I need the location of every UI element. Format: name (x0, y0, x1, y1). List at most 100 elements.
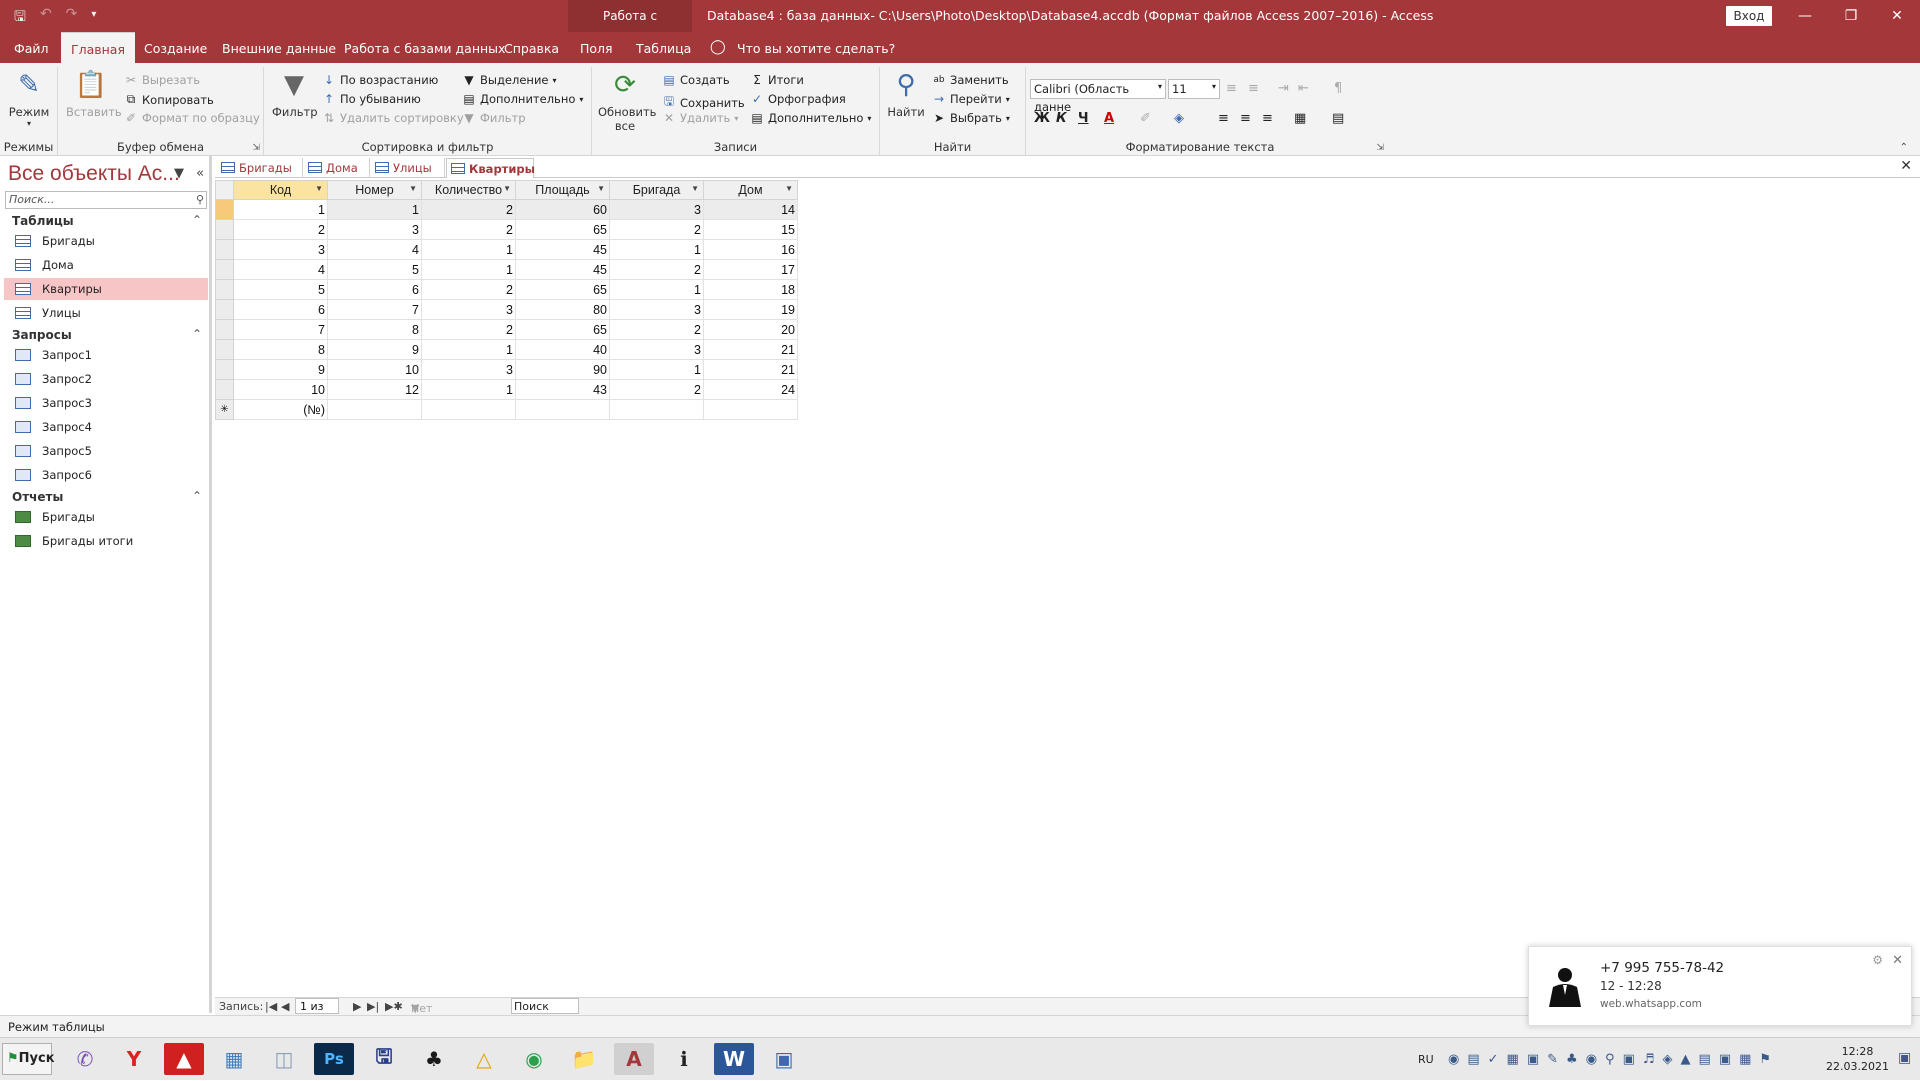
row-selector[interactable] (215, 379, 234, 400)
info-app-icon[interactable]: ℹ (664, 1043, 704, 1075)
table-row[interactable]: 5 6 2 65 1 18 (215, 279, 798, 300)
table-cell[interactable]: 3 (609, 339, 704, 360)
record-position-input[interactable]: 1 из 10 (295, 998, 339, 1028)
doc-tab-brigady[interactable]: Бригады (217, 158, 303, 178)
select-button[interactable]: ➤ Выбрать ▾ (932, 111, 1010, 125)
format-painter-button[interactable]: ✐ Формат по образцу (124, 111, 260, 125)
table-cell[interactable]: 1 (609, 359, 704, 380)
table-row[interactable]: 8 9 1 40 3 21 (215, 339, 798, 360)
tab-fields[interactable]: Поля (570, 32, 623, 63)
undo-icon[interactable]: ↶ (40, 6, 52, 30)
column-header-ploshchad[interactable]: Площадь ▼ (515, 180, 610, 200)
view-mode-button[interactable]: ✎ Режим ▾ (6, 69, 52, 128)
row-selector[interactable] (215, 199, 234, 220)
tray-app-icon[interactable]: ✎ (1547, 1052, 1558, 1067)
tray-app-icon[interactable]: ◉ (1448, 1052, 1459, 1067)
tell-me-search[interactable]: Что вы хотите сделать? (737, 32, 895, 65)
bold-button[interactable]: Ж (1034, 111, 1050, 126)
column-menu-icon[interactable]: ▼ (597, 184, 605, 193)
column-menu-icon[interactable]: ▼ (409, 184, 417, 193)
collapse-section-icon[interactable]: ⌃ (192, 213, 202, 227)
table-cell[interactable]: 65 (515, 279, 610, 300)
fill-color-icon[interactable]: ◈ (1174, 111, 1184, 126)
bullets-icon[interactable]: ≡ (1226, 81, 1237, 96)
tool-app-icon[interactable]: ▣ (764, 1043, 804, 1075)
floppy-icon[interactable]: 🖫 (364, 1043, 404, 1075)
notifications-icon[interactable]: ▣ (1898, 1050, 1911, 1066)
row-selector[interactable] (215, 279, 234, 300)
spelling-button[interactable]: ✓ Орфография (750, 92, 846, 106)
table-cell[interactable]: 24 (703, 379, 798, 400)
table-cell[interactable]: 1 (421, 339, 516, 360)
table-cell[interactable]: 16 (703, 239, 798, 260)
gear-icon[interactable]: ⚙ (1872, 953, 1883, 967)
tab-home[interactable]: Главная (61, 32, 135, 63)
table-cell[interactable]: 21 (703, 359, 798, 380)
start-button[interactable]: ⚑Пуск (2, 1043, 55, 1075)
nav-item-report-brigady-itogi[interactable]: Бригады итоги (4, 530, 208, 552)
table-row[interactable]: 3 4 1 45 1 16 (215, 239, 798, 260)
next-record-icon[interactable]: ▶ (353, 1000, 361, 1013)
tray-app-icon[interactable]: ◈ (1663, 1052, 1673, 1067)
table-cell[interactable]: 14 (703, 199, 798, 220)
dialog-launcher-icon[interactable]: ⇲ (252, 143, 260, 153)
table-cell[interactable]: 2 (609, 219, 704, 240)
table-cell[interactable]: 2 (421, 199, 516, 220)
tab-table[interactable]: Таблица (626, 32, 701, 63)
paragraph-icon[interactable]: ¶ (1334, 81, 1342, 96)
table-cell[interactable]: 45 (515, 259, 610, 280)
tray-app-icon[interactable]: ▣ (1527, 1052, 1539, 1067)
column-menu-icon[interactable]: ▼ (315, 184, 323, 193)
table-cell[interactable]: 1 (327, 199, 422, 220)
replace-button[interactable]: ab Заменить (932, 73, 1008, 87)
selection-button[interactable]: ▼ Выделение ▾ (462, 73, 556, 87)
photoshop-icon[interactable]: Ps (314, 1043, 354, 1075)
indent-icon[interactable]: ⇥ (1278, 81, 1289, 96)
avast-icon[interactable]: △ (464, 1043, 504, 1075)
table-cell[interactable]: 2 (609, 379, 704, 400)
signin-button[interactable]: Вход (1726, 6, 1772, 26)
explorer-icon[interactable]: 📁 (564, 1043, 604, 1075)
find-button[interactable]: ⚲ Найти (886, 69, 926, 119)
last-record-icon[interactable]: ▶| (367, 1000, 379, 1013)
row-selector[interactable] (215, 219, 234, 240)
redo-icon[interactable]: ↷ (66, 6, 78, 30)
table-cell[interactable] (327, 399, 422, 420)
table-row[interactable]: 4 5 1 45 2 17 (215, 259, 798, 280)
chrome-icon[interactable]: ◉ (514, 1043, 554, 1075)
column-header-kolichestvo[interactable]: Количество ▼ (421, 180, 516, 200)
copy-button[interactable]: ⧉ Копировать (124, 92, 214, 107)
table-row[interactable]: 1 1 2 60 3 14 (215, 199, 798, 220)
table-cell[interactable]: 1 (421, 259, 516, 280)
table-cell[interactable]: 60 (515, 199, 610, 220)
table-cell[interactable]: 90 (515, 359, 610, 380)
table-cell[interactable] (703, 399, 798, 420)
highlight-icon[interactable]: ✐ (1140, 111, 1151, 126)
nav-item-query-4[interactable]: Запрос4 (4, 416, 208, 438)
table-cell[interactable]: 3 (421, 299, 516, 320)
align-right-icon[interactable]: ≡ (1262, 111, 1273, 126)
row-selector[interactable] (215, 239, 234, 260)
tray-app-icon[interactable]: ▦ (1507, 1052, 1519, 1067)
table-cell[interactable]: 3 (233, 239, 328, 260)
table-cell[interactable]: 17 (703, 259, 798, 280)
table-cell[interactable]: 2 (609, 319, 704, 340)
numbering-icon[interactable]: ≡ (1248, 81, 1259, 96)
nav-item-report-brigady[interactable]: Бригады (4, 506, 208, 528)
table-row[interactable]: 2 3 2 65 2 15 (215, 219, 798, 240)
network-icon[interactable]: ⚲ (1605, 1052, 1615, 1067)
table-cell[interactable]: 1 (609, 239, 704, 260)
tab-external-data[interactable]: Внешние данные (212, 32, 346, 63)
access-icon[interactable]: A (614, 1043, 654, 1075)
table-cell[interactable]: 80 (515, 299, 610, 320)
table-cell[interactable]: 19 (703, 299, 798, 320)
nav-item-query-3[interactable]: Запрос3 (4, 392, 208, 414)
clover-icon[interactable]: ♣ (414, 1043, 454, 1075)
nav-item-table-ulitsy[interactable]: Улицы (4, 302, 208, 324)
remove-sort-button[interactable]: ⇅ Удалить сортировку (322, 111, 464, 125)
table-cell[interactable]: 1 (609, 279, 704, 300)
yandex-icon[interactable]: Y (114, 1043, 154, 1075)
table-cell[interactable]: 2 (233, 219, 328, 240)
nav-item-query-2[interactable]: Запрос2 (4, 368, 208, 390)
toggle-filter-button[interactable]: ▼ Фильтр (462, 111, 525, 125)
